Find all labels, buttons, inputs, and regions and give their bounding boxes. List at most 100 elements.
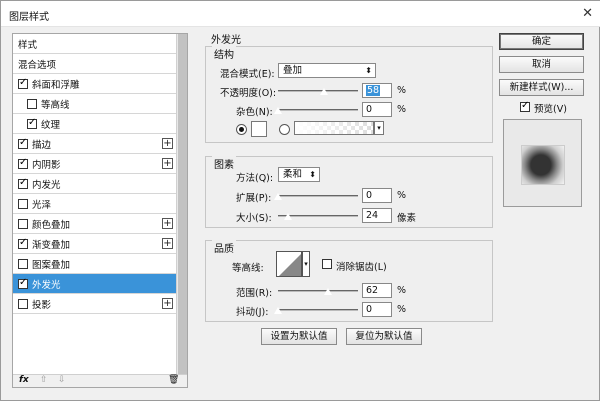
add-icon[interactable]: + bbox=[162, 138, 173, 149]
ok-button[interactable]: 确定 bbox=[499, 33, 584, 50]
cancel-button[interactable]: 取消 bbox=[499, 56, 584, 73]
contour-label: 等高线: bbox=[232, 263, 264, 274]
style-list-item[interactable]: 图案叠加 bbox=[13, 254, 176, 274]
blend-mode-label: 混合模式(E): bbox=[220, 69, 275, 80]
style-list: 样式混合选项斜面和浮雕等高线纹理描边 + 内阴影 + 内发光光泽颜色叠加 + 渐变叠加 + 图案… bbox=[12, 33, 188, 388]
style-checkbox[interactable] bbox=[18, 137, 28, 149]
style-list-item[interactable]: 混合选项 bbox=[13, 54, 176, 74]
add-icon[interactable]: + bbox=[162, 158, 173, 169]
spread-input[interactable]: 0 bbox=[362, 188, 392, 203]
opacity-slider[interactable] bbox=[278, 90, 358, 92]
add-icon[interactable]: + bbox=[162, 218, 173, 229]
preview-box bbox=[503, 119, 582, 207]
chevron-updown-icon: ⬍ bbox=[365, 66, 372, 75]
style-list-item[interactable]: 描边 + bbox=[13, 134, 176, 154]
style-checkbox[interactable] bbox=[18, 198, 28, 209]
style-checkbox[interactable] bbox=[18, 237, 28, 249]
technique-label: 方法(Q): bbox=[236, 173, 274, 184]
noise-slider[interactable] bbox=[278, 109, 358, 111]
range-slider-knob[interactable] bbox=[322, 287, 333, 296]
style-list-item[interactable]: 斜面和浮雕 bbox=[13, 74, 176, 94]
list-scrollbar[interactable] bbox=[176, 34, 187, 378]
opacity-unit: % bbox=[397, 85, 407, 96]
style-checkbox[interactable] bbox=[18, 218, 28, 229]
style-list-item[interactable]: 样式 bbox=[13, 34, 176, 54]
jitter-slider-knob[interactable] bbox=[273, 306, 283, 315]
contour-curve-icon bbox=[279, 254, 301, 276]
range-input[interactable]: 62 bbox=[362, 283, 392, 298]
preview-checkbox[interactable] bbox=[520, 100, 530, 112]
spread-slider[interactable] bbox=[278, 195, 358, 197]
style-list-item-label: 等高线 bbox=[41, 99, 70, 111]
technique-value: 柔和 bbox=[283, 169, 303, 180]
style-list-item-label: 纹理 bbox=[41, 119, 61, 131]
size-unit: 像素 bbox=[397, 213, 417, 224]
reset-default-button[interactable]: 复位为默认值 bbox=[346, 328, 422, 345]
move-up-icon[interactable]: ⇧ bbox=[40, 375, 48, 385]
range-slider[interactable] bbox=[278, 290, 358, 292]
jitter-input[interactable]: 0 bbox=[362, 302, 392, 317]
style-list-item-label: 内阴影 bbox=[32, 159, 61, 171]
color-radio[interactable] bbox=[236, 124, 247, 135]
structure-title: 结构 bbox=[212, 46, 236, 61]
add-icon[interactable]: + bbox=[162, 238, 173, 249]
style-list-item[interactable]: 内阴影 + bbox=[13, 154, 176, 174]
noise-input[interactable]: 0 bbox=[362, 102, 392, 117]
style-list-item-label: 斜面和浮雕 bbox=[32, 79, 80, 91]
size-input[interactable]: 24 bbox=[362, 208, 392, 223]
spread-unit: % bbox=[397, 190, 407, 201]
style-checkbox[interactable] bbox=[18, 77, 28, 89]
opacity-slider-knob[interactable] bbox=[319, 87, 330, 96]
spread-label: 扩展(P): bbox=[236, 193, 272, 204]
style-list-item[interactable]: 光泽 bbox=[13, 194, 176, 214]
style-list-item[interactable]: 颜色叠加 + bbox=[13, 214, 176, 234]
antialias-checkbox[interactable] bbox=[322, 259, 332, 269]
noise-unit: % bbox=[397, 104, 407, 115]
jitter-slider[interactable] bbox=[278, 309, 358, 311]
chevron-down-icon[interactable]: ▾ bbox=[302, 251, 310, 277]
style-checkbox[interactable] bbox=[18, 177, 28, 189]
add-icon[interactable]: + bbox=[162, 298, 173, 309]
quality-title: 品质 bbox=[212, 240, 236, 255]
opacity-input[interactable]: 58 bbox=[362, 83, 392, 98]
style-list-item-label: 渐变叠加 bbox=[32, 239, 71, 251]
scrollbar-thumb[interactable] bbox=[178, 34, 187, 374]
gradient-radio[interactable] bbox=[279, 124, 290, 135]
size-slider-knob[interactable] bbox=[282, 212, 293, 221]
contour-picker[interactable] bbox=[276, 251, 302, 277]
fx-icon[interactable]: fx bbox=[19, 375, 29, 385]
trash-icon[interactable]: 🗑 bbox=[168, 375, 179, 385]
style-checkbox[interactable] bbox=[18, 157, 28, 169]
style-checkbox[interactable] bbox=[27, 98, 37, 109]
jitter-unit: % bbox=[397, 304, 407, 315]
style-checkbox[interactable] bbox=[18, 277, 28, 289]
gradient-picker[interactable] bbox=[294, 121, 374, 135]
style-list-item-label: 内发光 bbox=[32, 179, 61, 191]
opacity-value: 58 bbox=[366, 85, 381, 96]
blend-mode-select[interactable]: 叠加 ⬍ bbox=[278, 63, 376, 78]
jitter-label: 抖动(J): bbox=[236, 307, 269, 318]
noise-slider-knob[interactable] bbox=[273, 106, 283, 115]
technique-select[interactable]: 柔和 ⬍ bbox=[278, 167, 320, 182]
close-icon[interactable]: ✕ bbox=[582, 6, 593, 21]
spread-slider-knob[interactable] bbox=[273, 192, 283, 201]
style-list-item-label: 描边 bbox=[32, 139, 52, 151]
style-checkbox[interactable] bbox=[18, 298, 28, 309]
panel-title: 外发光 bbox=[211, 35, 241, 46]
style-list-item[interactable]: 投影 + bbox=[13, 294, 176, 314]
style-checkbox[interactable] bbox=[27, 117, 37, 129]
noise-label: 杂色(N): bbox=[236, 107, 273, 118]
style-list-item[interactable]: 内发光 bbox=[13, 174, 176, 194]
make-default-button[interactable]: 设置为默认值 bbox=[261, 328, 337, 345]
style-list-item[interactable]: 外发光 bbox=[13, 274, 176, 294]
style-list-item[interactable]: 等高线 bbox=[13, 94, 176, 114]
new-style-button[interactable]: 新建样式(W)... bbox=[499, 79, 584, 96]
glow-color-swatch[interactable] bbox=[251, 121, 267, 137]
move-down-icon[interactable]: ⇩ bbox=[58, 375, 66, 385]
chevron-updown-icon: ⬍ bbox=[309, 170, 316, 179]
chevron-down-icon[interactable]: ▾ bbox=[374, 121, 384, 135]
preview-label: 预览(V) bbox=[534, 104, 567, 115]
style-checkbox[interactable] bbox=[18, 258, 28, 269]
style-list-item[interactable]: 纹理 bbox=[13, 114, 176, 134]
style-list-item[interactable]: 渐变叠加 + bbox=[13, 234, 176, 254]
